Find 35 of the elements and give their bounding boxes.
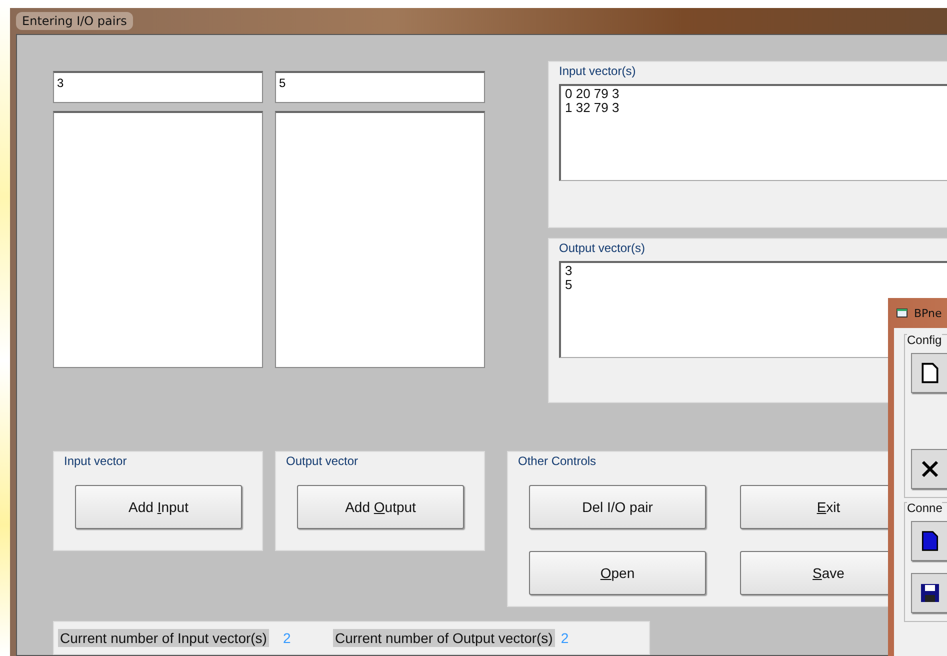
list-box[interactable] — [275, 111, 485, 368]
output-field[interactable]: 5 — [275, 71, 485, 103]
group-label: Other Controls — [516, 454, 598, 468]
group-label: Input vector(s) — [557, 64, 638, 78]
group-label: Config — [907, 333, 942, 347]
close-icon — [920, 458, 940, 480]
status-label: Current number of Output vector(s) — [332, 629, 555, 647]
vector-line: 3 — [565, 264, 574, 278]
toolbar-button[interactable] — [911, 521, 947, 561]
app-icon — [896, 307, 908, 319]
input-field[interactable]: 3 — [53, 71, 263, 103]
group-label: Output vector(s) — [557, 241, 648, 255]
floppy-icon — [920, 582, 940, 604]
status-count: 2 — [560, 630, 570, 646]
push-button[interactable]: Open — [529, 551, 706, 595]
list-box[interactable] — [53, 111, 263, 368]
status-label: Current number of Input vector(s) — [58, 629, 269, 647]
document-icon — [920, 362, 940, 384]
push-button[interactable]: Del I/O pair — [529, 485, 706, 529]
group-label: Conne — [907, 501, 942, 515]
window-title: BPne — [914, 306, 942, 320]
push-button[interactable]: Add Input — [75, 485, 242, 529]
group-label: Input vector — [62, 454, 129, 468]
status-count: 2 — [282, 630, 292, 646]
vector-line: 0 20 79 3 — [565, 87, 620, 101]
window-title: Entering I/O pairs — [16, 12, 133, 30]
group-label: Output vector — [284, 454, 360, 468]
toolbar-button[interactable] — [911, 353, 947, 393]
toolbar-button[interactable] — [911, 573, 947, 613]
input-vectors-area[interactable]: 0 20 79 3 1 32 79 3 — [559, 84, 947, 181]
push-button[interactable]: Add Output — [297, 485, 464, 529]
vector-line: 5 — [565, 278, 574, 292]
toolbar-button[interactable] — [911, 449, 947, 489]
document-icon — [920, 530, 940, 552]
vector-line: 1 32 79 3 — [565, 101, 620, 115]
